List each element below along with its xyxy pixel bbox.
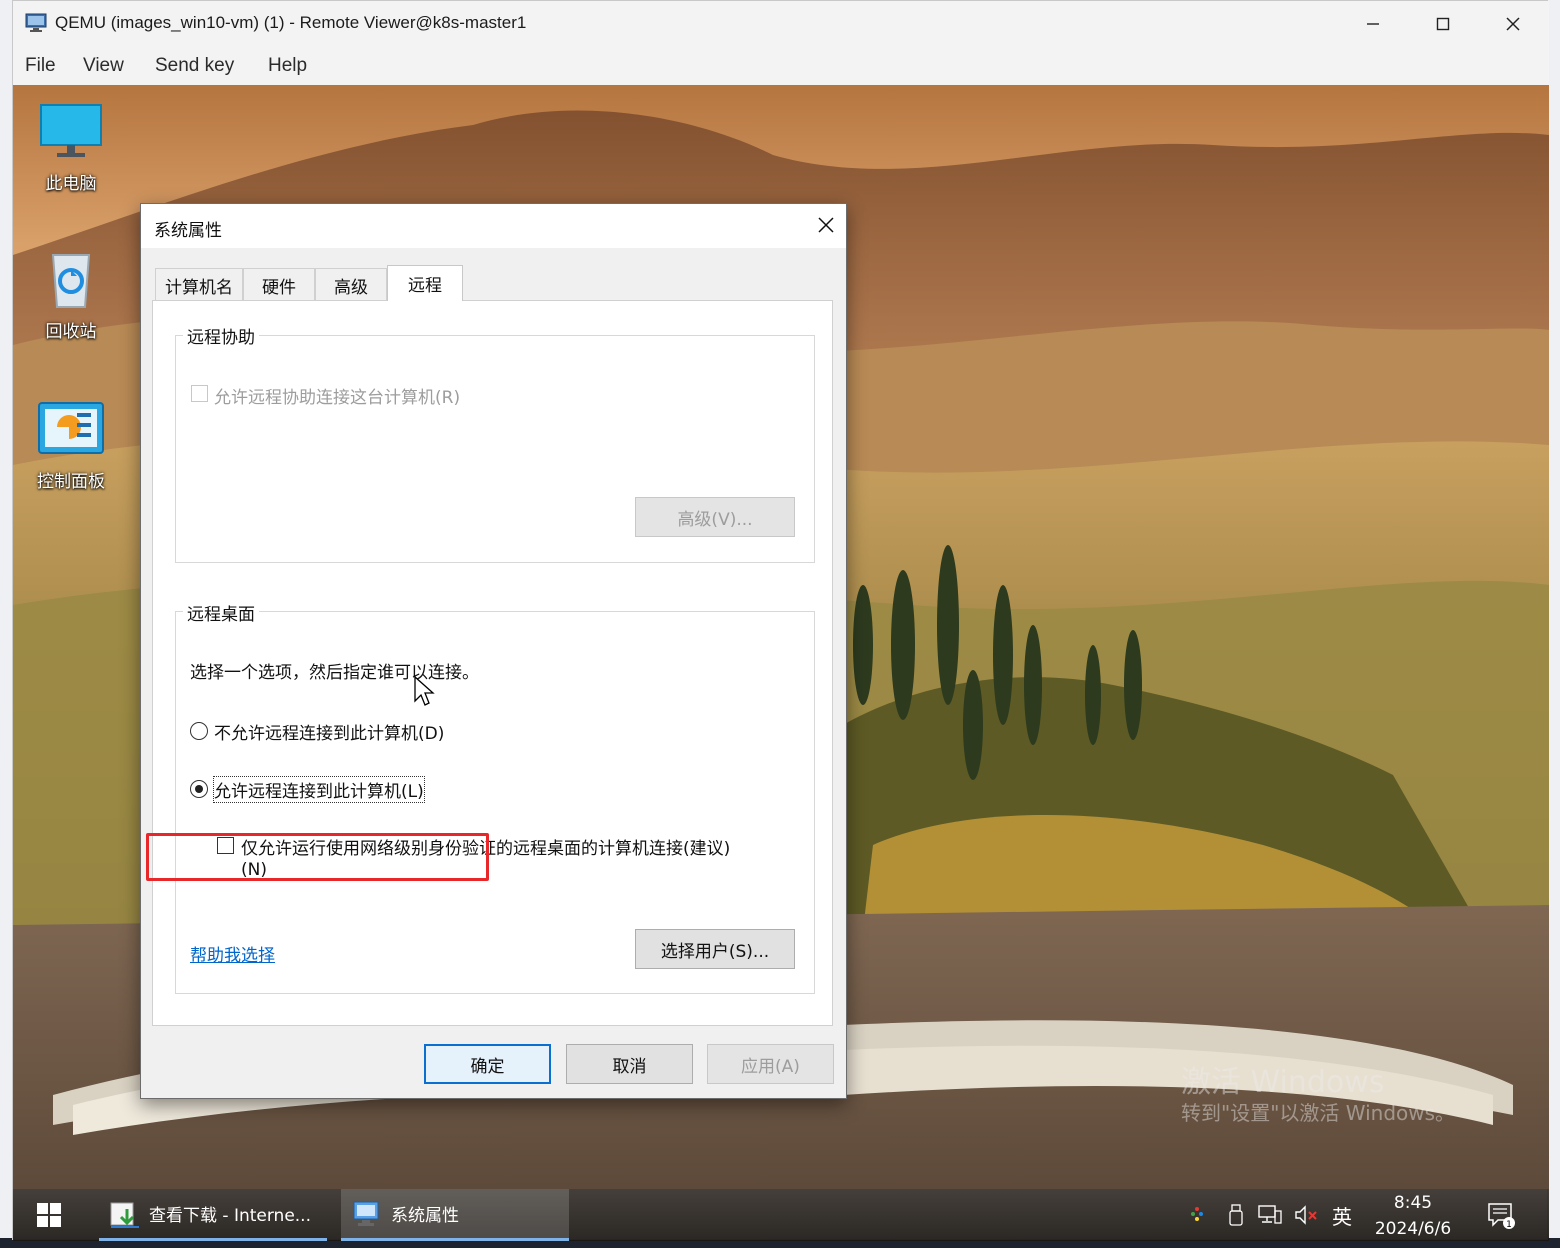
host-screen-right-edge [1548,0,1560,1248]
remote-desktop-instruction: 选择一个选项，然后指定谁可以连接。 [190,663,479,683]
desktop-icon-label: 此电脑 [45,174,97,194]
minimize-button[interactable] [1338,1,1408,47]
action-center-button[interactable]: 1 [1481,1189,1521,1241]
remote-assistance-group-label: 远程协助 [183,323,259,348]
usb-drive-icon [1229,1204,1243,1226]
tray-volume[interactable] [1291,1189,1323,1241]
red-highlight-annotation [146,833,489,881]
remote-assistance-advanced-button[interactable]: 高级(V)... [635,497,795,537]
tab-computer-name[interactable]: 计算机名 [155,268,243,301]
notification-count: 1 [1506,1220,1512,1230]
network-icon [1258,1205,1282,1224]
remote-viewer-window: QEMU (images_win10-vm) (1) - Remote View… [12,0,1549,1241]
desktop-icon-label: 回收站 [45,322,97,342]
tab-advanced[interactable]: 高级 [315,268,387,301]
monitor-icon [37,101,105,163]
maximize-button[interactable] [1408,1,1478,47]
taskbar-app-downloads[interactable]: 查看下载 - Interne... [99,1189,327,1241]
close-button[interactable] [1478,1,1548,47]
tray-color-app[interactable] [1185,1189,1209,1241]
minimize-icon [1367,23,1379,25]
desktop-icon-label: 控制面板 [37,472,105,492]
allow-remote-connections-radio[interactable] [190,780,208,798]
allow-remote-assistance-label: 允许远程协助连接这台计算机(R) [214,388,461,408]
taskbar-app-label: 系统属性 [391,1206,459,1226]
menu-bar: File View Send key Help [13,47,1549,85]
dialog-body: 计算机名 硬件 高级 远程 远程协助 允许远程协助连接这台计算机(R) 高级(V… [141,248,846,1098]
downloads-icon [110,1202,139,1228]
deny-remote-connections-radio[interactable] [190,722,208,740]
taskbar-app-system-properties[interactable]: 系统属性 [341,1189,569,1241]
deny-remote-connections-label: 不允许远程连接到此计算机(D) [214,724,445,744]
tray-input-method[interactable]: 英 [1327,1189,1357,1241]
volume-muted-icon [1295,1205,1317,1225]
desktop-icon-control-panel[interactable]: 控制面板 [23,399,119,492]
notification-icon: 1 [1488,1203,1515,1230]
apply-button[interactable]: 应用(A) [707,1044,834,1084]
tray-network[interactable] [1255,1189,1285,1241]
remote-viewer-app-icon [25,13,47,32]
ok-button[interactable]: 确定 [424,1044,551,1084]
title-bar[interactable]: QEMU (images_win10-vm) (1) - Remote View… [13,1,1549,47]
remote-tab-panel: 远程协助 允许远程协助连接这台计算机(R) 高级(V)... 远程桌面 选择一个… [152,300,833,1026]
taskbar-clock-time[interactable]: 8:45 [1383,1193,1443,1213]
select-users-button[interactable]: 选择用户(S)... [635,929,795,969]
allow-remote-connections-label: 允许远程连接到此计算机(L) [213,776,425,803]
menu-view[interactable]: View [83,55,124,77]
control-panel-icon [37,399,105,461]
desktop-icon-this-pc[interactable]: 此电脑 [23,101,119,194]
colorful-app-icon [1191,1207,1203,1221]
desktop-icon-recycle-bin[interactable]: 回收站 [23,249,119,342]
help-me-choose-link[interactable]: 帮助我选择 [190,941,275,966]
activation-watermark-title: 激活 Windows [1181,1065,1385,1100]
radio-selected-dot [195,785,203,793]
taskbar-app-label: 查看下载 - Interne... [149,1206,311,1226]
recycle-bin-icon [37,249,105,311]
taskbar-clock-date[interactable]: 2024/6/6 [1363,1219,1463,1239]
allow-remote-assistance-checkbox[interactable] [191,385,208,402]
tab-remote[interactable]: 远程 [387,265,463,301]
system-properties-dialog: 系统属性 计算机名 硬件 高级 远程 远程协助 允许远程协助连接这台计算机(R)… [140,203,847,1099]
mouse-pointer-icon [414,675,435,706]
close-icon [1506,17,1520,31]
menu-send-key[interactable]: Send key [155,55,234,77]
window-title: QEMU (images_win10-vm) (1) - Remote View… [55,13,527,32]
dialog-close-button[interactable] [809,210,843,240]
menu-file[interactable]: File [25,55,56,77]
remote-desktop[interactable]: 此电脑 回收站 控制面板 激活 Windows 转到"设置"以激活 Window… [13,85,1549,1189]
windows-logo-icon [37,1203,61,1227]
windows-taskbar: 查看下载 - Interne... 系统属性 英 8:45 2024/6/6 1 [13,1189,1549,1241]
start-button[interactable] [25,1189,73,1241]
system-properties-icon [353,1201,379,1226]
cancel-button[interactable]: 取消 [566,1044,693,1084]
activation-watermark-subtitle: 转到"设置"以激活 Windows。 [1181,1101,1456,1125]
remote-desktop-group-label: 远程桌面 [183,600,259,625]
tray-usb[interactable] [1223,1189,1249,1241]
menu-help[interactable]: Help [268,55,307,77]
host-screen-left-edge [0,0,12,1248]
dialog-title: 系统属性 [154,221,222,241]
tab-hardware[interactable]: 硬件 [243,268,315,301]
maximize-icon [1436,17,1450,31]
close-icon [818,217,834,233]
